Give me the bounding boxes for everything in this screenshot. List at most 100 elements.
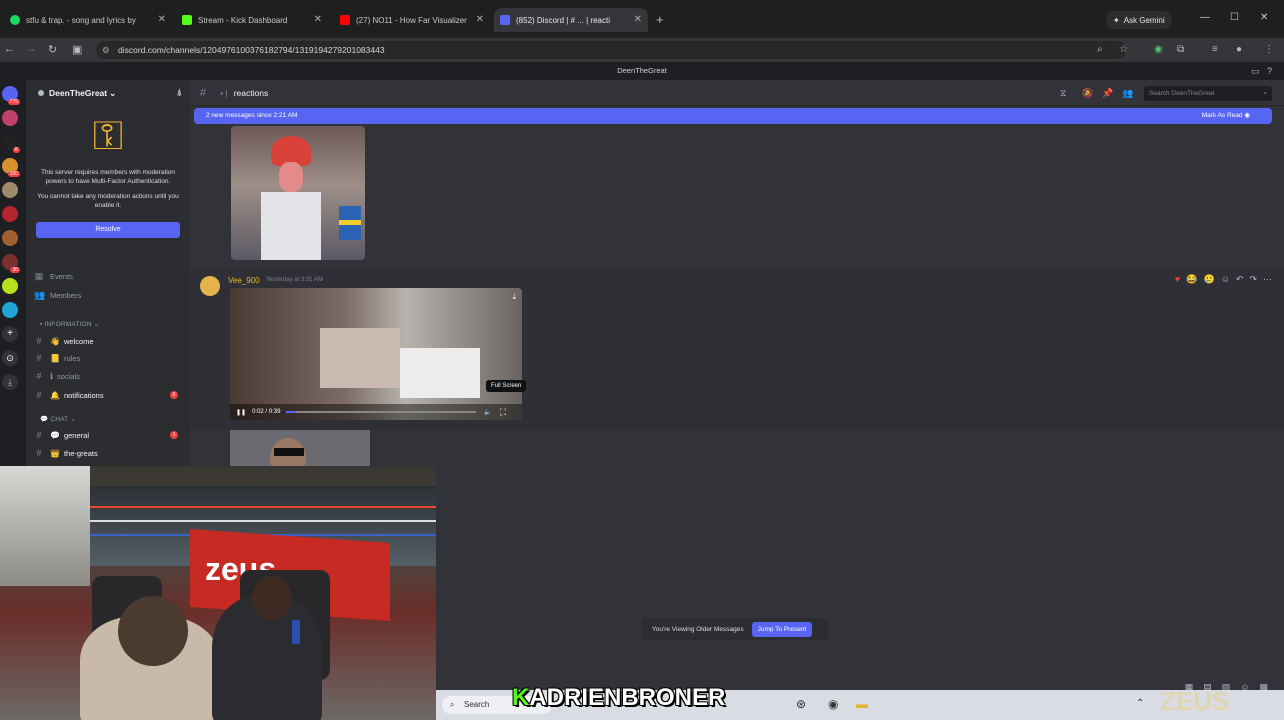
nav-events[interactable]: ▦ Events <box>34 268 184 284</box>
sidebar-toggle-icon[interactable]: ▣ <box>72 43 82 56</box>
emoji-reaction-icon[interactable]: 😂 <box>1186 274 1197 285</box>
hash-icon: # <box>36 353 42 363</box>
server-icon[interactable] <box>2 302 18 318</box>
mention-badge: 1 <box>170 431 178 439</box>
server-icon[interactable]: 150 <box>2 158 20 177</box>
close-tab-icon[interactable]: ✕ <box>158 14 166 25</box>
download-icon[interactable]: ⤓ <box>2 374 18 390</box>
download-icon[interactable]: ⤓ <box>512 292 516 302</box>
reply-icon[interactable]: ↶ <box>1236 274 1244 285</box>
nav-members[interactable]: 👥 Members <box>34 287 184 303</box>
forward-icon[interactable]: → <box>26 43 37 55</box>
mark-as-read-button[interactable]: Mark As Read ◉ <box>1202 108 1250 124</box>
close-tab-icon[interactable]: ✕ <box>634 14 642 25</box>
emoji-reaction-icon[interactable]: 🥲 <box>1203 274 1214 285</box>
search-icon: ⌕ <box>450 700 455 709</box>
inbox-icon[interactable]: ▭ ? <box>1251 62 1272 80</box>
server-icon[interactable]: 30 <box>2 254 20 273</box>
channel-the-greats[interactable]: # 👑 the-greats <box>34 445 184 461</box>
search-placeholder: Search DeenTheGreat <box>1149 90 1215 97</box>
media-icon[interactable]: ≡ <box>1212 44 1218 55</box>
category-information[interactable]: ▪ INFORMATION ⌄ <box>40 320 99 328</box>
server-icon[interactable] <box>2 230 18 246</box>
resolve-button[interactable]: Resolve <box>36 222 180 238</box>
muppet-coat <box>261 192 321 260</box>
new-messages-text: 2 new messages since 2:21 AM <box>206 112 298 119</box>
jump-to-present-button[interactable]: Jump To Present <box>751 621 813 637</box>
channel-socials[interactable]: # ℹ socials <box>34 368 184 384</box>
profile-icon[interactable]: ● <box>1236 44 1242 55</box>
url-input[interactable]: ⚙ discord.com/channels/12049761003761827… <box>96 41 1126 59</box>
ask-gemini-button[interactable]: ✦ Ask Gemini <box>1106 11 1172 29</box>
server-status-icon <box>38 90 44 96</box>
server-icon[interactable] <box>2 110 18 126</box>
channel-general[interactable]: # 💬 general 1 <box>34 427 184 443</box>
video-player[interactable]: ⤓ ❚❚ 0:02 / 0:39 🔈 ⛶ <box>230 288 522 420</box>
minimize-icon[interactable]: — <box>1200 12 1210 23</box>
menu-icon[interactable]: ⋮ <box>1264 44 1274 55</box>
zoom-icon[interactable]: ⌕ <box>1097 44 1103 55</box>
add-server-icon[interactable]: + <box>2 326 18 342</box>
server-icon[interactable] <box>2 278 18 294</box>
app-icon[interactable]: ◉ <box>828 697 838 711</box>
back-icon[interactable]: ← <box>4 43 15 55</box>
search-input[interactable]: Search DeenTheGreat ⌕ <box>1144 86 1272 101</box>
avatar[interactable] <box>200 276 220 296</box>
server-icon[interactable] <box>2 182 18 198</box>
server-icon[interactable] <box>2 206 18 222</box>
video-progress-bar[interactable] <box>286 411 477 413</box>
video-frame-cart <box>320 328 400 388</box>
tab-spotify[interactable]: stfu & trap. - song and lyrics by ✕ <box>4 8 172 32</box>
category-chat[interactable]: 💬 CHAT ⌄ <box>40 415 76 423</box>
video-controls: ❚❚ 0:02 / 0:39 🔈 ⛶ <box>230 404 522 420</box>
flag <box>339 206 361 240</box>
reload-icon[interactable]: ↻ <box>48 43 57 56</box>
key-icon: ⚿ <box>92 114 124 158</box>
member-list-icon[interactable]: 👥 <box>1122 88 1133 99</box>
server-header[interactable]: DeenTheGreat ⌄ ⍋ <box>26 80 190 106</box>
discord-icon <box>500 15 510 25</box>
server-name: DeenTheGreat <box>49 88 108 98</box>
channel-notifications[interactable]: # 🔔 notifications 6 <box>34 387 184 403</box>
discord-window-title: DeenTheGreat <box>617 66 667 75</box>
file-explorer-icon[interactable]: ▬ <box>856 697 868 711</box>
channel-welcome[interactable]: # 👋 welcome <box>34 333 184 349</box>
volume-icon[interactable]: 🔈 <box>484 409 491 416</box>
threads-icon[interactable]: ⧖ <box>1060 88 1066 99</box>
extension-icon[interactable]: ◉ <box>1154 44 1163 55</box>
new-messages-bar[interactable]: 2 new messages since 2:21 AM Mark As Rea… <box>194 108 1272 124</box>
maximize-icon[interactable]: ☐ <box>1230 12 1239 23</box>
bookmark-star-icon[interactable]: ☆ <box>1119 44 1128 55</box>
new-tab-button[interactable]: + <box>656 12 664 27</box>
server-icon[interactable]: 776 <box>2 86 20 105</box>
tray-chevron-icon[interactable]: ⌃ <box>1136 698 1144 709</box>
channel-rules[interactable]: # 📒 rules <box>34 350 184 366</box>
close-tab-icon[interactable]: ✕ <box>476 14 484 25</box>
attachment-image[interactable] <box>231 126 365 260</box>
tab-title: Stream - Kick Dashboard <box>198 15 288 25</box>
more-icon[interactable]: ⋯ <box>1263 274 1272 285</box>
pin-icon[interactable]: 📌 <box>1102 88 1113 99</box>
mute-icon[interactable]: 🔕 <box>1082 88 1093 99</box>
tab-title: (852) Discord | # ... | reacti <box>516 15 610 25</box>
close-window-icon[interactable]: ✕ <box>1260 12 1268 23</box>
add-reaction-icon[interactable]: ☺ <box>1221 274 1230 285</box>
pause-icon[interactable]: ❚❚ <box>236 409 246 416</box>
tab-discord[interactable]: (852) Discord | # ... | reacti ✕ <box>494 8 648 32</box>
forward-icon[interactable]: ↷ <box>1249 274 1257 285</box>
heart-reaction-icon[interactable]: ♥ <box>1175 274 1180 285</box>
discover-icon[interactable]: ⊙ <box>2 350 18 366</box>
browser-tab-bar: stfu & trap. - song and lyrics by ✕ Stre… <box>0 0 1284 38</box>
tab-youtube[interactable]: (27) NO11 - How Far Visualizer ✕ <box>334 8 490 32</box>
close-tab-icon[interactable]: ✕ <box>314 14 322 25</box>
server-icon[interactable]: K <box>2 134 20 153</box>
extensions-puzzle-icon[interactable]: ⧉ <box>1177 44 1184 55</box>
webcam-overlay: zeus <box>0 466 436 720</box>
steam-icon[interactable]: ⊛ <box>796 697 806 711</box>
invite-icon[interactable]: ⍋ <box>177 87 182 98</box>
channel-label: welcome <box>63 336 94 346</box>
message-author[interactable]: Vee_900 <box>228 276 260 285</box>
fullscreen-icon[interactable]: ⛶ <box>500 407 506 418</box>
youtube-icon <box>340 15 350 25</box>
tab-kick-dashboard[interactable]: Stream - Kick Dashboard ✕ <box>176 8 328 32</box>
